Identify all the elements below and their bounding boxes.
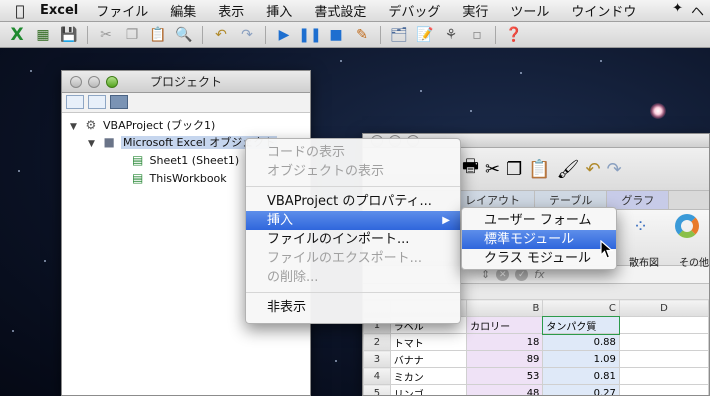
scatter-chart-icon[interactable]: ⁘ <box>633 216 648 237</box>
table-row: 4 ミカン 53 0.81 <box>363 367 709 385</box>
tree-item-label: ThisWorkbook <box>149 172 227 185</box>
cut-icon[interactable]: ✂ <box>485 159 500 180</box>
apple-icon[interactable]:  <box>0 2 40 20</box>
tree-item-thisworkbook[interactable]: ▤ ThisWorkbook <box>132 170 227 186</box>
insert-submenu: ユーザー フォーム 標準モジュール クラス モジュール <box>461 207 617 270</box>
menu-bar:  Excel ファイル 編集 表示 挿入 書式設定 デバッグ 実行 ツール ウ… <box>0 0 710 22</box>
menu-tools[interactable]: ツール <box>510 1 549 20</box>
menu-insert[interactable]: 挿入 <box>266 1 292 20</box>
other-chart-icon[interactable] <box>675 214 699 238</box>
menu-separator <box>246 292 460 293</box>
submenu-item-userform[interactable]: ユーザー フォーム <box>462 211 616 230</box>
menu-help[interactable]: ヘ <box>691 1 704 20</box>
toggle-folders-icon[interactable] <box>110 95 128 109</box>
menu-item-insert[interactable]: 挿入 ▶ <box>246 211 460 230</box>
menu-item-remove: の削除... <box>267 270 319 285</box>
star-flare <box>650 103 666 119</box>
menu-item-project-properties[interactable]: VBAProject のプロパティ... <box>246 192 460 211</box>
stop-icon[interactable]: ■ <box>325 25 347 45</box>
workbook-icon: ▤ <box>132 171 144 185</box>
menu-item-import-file[interactable]: ファイルのインポート... <box>246 230 460 249</box>
undo-icon[interactable]: ↶ <box>210 25 232 45</box>
minimize-button[interactable] <box>88 76 100 88</box>
format-brush-icon[interactable]: 🖌 <box>557 159 580 180</box>
menu-separator <box>246 186 460 187</box>
view-object-icon[interactable] <box>88 95 106 109</box>
close-button[interactable] <box>70 76 82 88</box>
project-window-title-bar[interactable]: プロジェクト <box>62 71 310 93</box>
tree-root-label: VBAProject (ブック1) <box>103 119 216 132</box>
tab-chart[interactable]: グラフ <box>607 191 670 209</box>
mouse-cursor-icon <box>600 240 614 259</box>
find-icon[interactable]: 🔍 <box>173 25 195 45</box>
column-header-b[interactable]: B <box>466 299 544 317</box>
help-icon[interactable]: ❓ <box>503 25 525 45</box>
copy-icon[interactable]: ❐ <box>121 25 143 45</box>
table-row: 2 トマト 18 0.88 <box>363 333 709 351</box>
view-code-icon[interactable] <box>66 95 84 109</box>
column-header-d[interactable]: D <box>618 299 709 317</box>
menu-item-export-file: ファイルのエクスポート... <box>267 251 423 266</box>
project-window-toolbar <box>62 93 310 113</box>
vbe-toolbar: X ▦ 💾 ✂ ❐ 📋 🔍 ↶ ↷ ▶ ❚❚ ■ ✎ 🗂 📝 ⚘ ▫ ❓ <box>0 22 710 48</box>
project-window-title: プロジェクト <box>149 75 222 89</box>
menu-app-name[interactable]: Excel <box>40 3 78 18</box>
redo-icon[interactable]: ↷ <box>607 159 622 180</box>
disclosure-triangle-icon[interactable]: ▼ <box>88 136 100 152</box>
submenu-item-class-module[interactable]: クラス モジュール <box>462 249 616 268</box>
tree-item-sheet1[interactable]: ▤ Sheet1 (Sheet1) <box>132 152 239 168</box>
menu-file[interactable]: ファイル <box>96 1 148 20</box>
vba-project-icon: ⚙ <box>85 118 97 132</box>
redo-icon[interactable]: ↷ <box>236 25 258 45</box>
menu-format[interactable]: 書式設定 <box>314 1 366 20</box>
context-menu: コードの表示 オブジェクトの表示 VBAProject のプロパティ... 挿入… <box>245 138 461 324</box>
save-icon[interactable]: 💾 <box>58 25 80 45</box>
worksheet-icon: ▤ <box>132 153 144 167</box>
object-browser-icon[interactable]: ⚘ <box>440 25 462 45</box>
submenu-arrow-icon: ▶ <box>442 215 450 226</box>
table-row: 3 バナナ 89 1.09 <box>363 350 709 368</box>
menu-edit[interactable]: 編集 <box>170 1 196 20</box>
scatter-chart-label: 散布図 <box>629 258 659 269</box>
tree-root[interactable]: ▼ ⚙ VBAProject (ブック1) <box>70 117 215 133</box>
excel-icon[interactable]: X <box>6 25 28 45</box>
menu-item-view-code: コードの表示 <box>267 145 346 160</box>
folder-icon: ■ <box>103 135 115 149</box>
menu-item-insert-label: 挿入 <box>267 213 294 228</box>
menu-debug[interactable]: デバッグ <box>388 1 440 20</box>
menu-item-view-object: オブジェクトの表示 <box>267 164 385 179</box>
menu-window[interactable]: ウインドウ <box>571 1 636 20</box>
other-chart-label: その他 <box>679 258 709 269</box>
menu-view[interactable]: 表示 <box>218 1 244 20</box>
menu-item-hide[interactable]: 非表示 <box>246 298 460 317</box>
disclosure-triangle-icon[interactable]: ▼ <box>70 119 82 135</box>
design-mode-icon[interactable]: ✎ <box>351 25 373 45</box>
menu-run[interactable]: 実行 <box>462 1 488 20</box>
copy-icon[interactable]: ❐ <box>506 159 522 180</box>
paste-icon[interactable]: 📋 <box>528 159 550 180</box>
zoom-button[interactable] <box>106 76 118 88</box>
cut-icon[interactable]: ✂ <box>95 25 117 45</box>
column-header-c[interactable]: C <box>542 299 620 317</box>
paste-icon[interactable]: 📋 <box>147 25 169 45</box>
run-icon[interactable]: ▶ <box>273 25 295 45</box>
tree-item-label: Sheet1 (Sheet1) <box>149 154 240 167</box>
insert-userform-icon[interactable]: ▦ <box>32 25 54 45</box>
table-row: 5 リンゴ 48 0.27 <box>363 384 709 395</box>
properties-icon[interactable]: 📝 <box>414 25 436 45</box>
pause-icon[interactable]: ❚❚ <box>298 25 321 45</box>
print-icon[interactable]: 🖶 <box>462 154 479 184</box>
toolbox-icon[interactable]: ▫ <box>466 25 488 45</box>
undo-icon[interactable]: ↶ <box>586 159 601 180</box>
submenu-item-standard-module[interactable]: 標準モジュール <box>462 230 616 249</box>
script-menu-icon[interactable]: ✦ <box>672 1 683 20</box>
project-explorer-icon[interactable]: 🗂 <box>388 25 410 45</box>
